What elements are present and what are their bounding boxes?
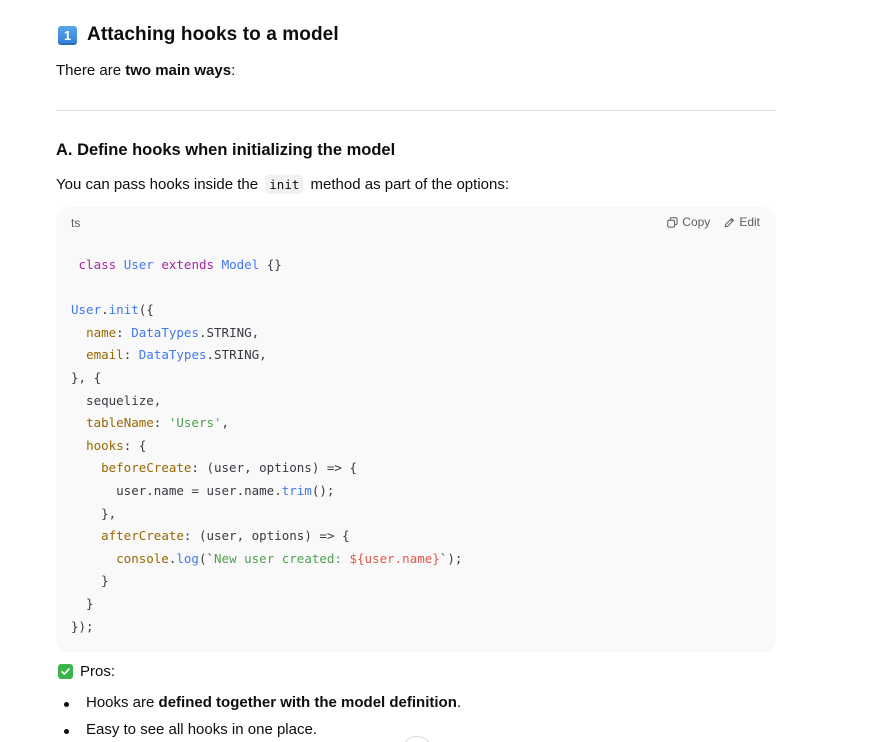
pros-list: Hooks are defined together with the mode… — [56, 690, 461, 742]
code-block: ts Copy Edit class User extends Model {}… — [56, 207, 776, 652]
code-line: }); — [71, 618, 94, 634]
code-actions: Copy Edit — [667, 215, 760, 229]
check-mark-icon — [58, 664, 73, 679]
pros-label: Pros: — [80, 663, 116, 680]
code-line: sequelize, — [71, 392, 162, 408]
code-line: name: DataTypes.STRING, — [86, 324, 260, 340]
copy-icon — [667, 216, 678, 228]
list-item-text: Easy to see all hooks in one place. — [86, 721, 317, 738]
edit-code-button[interactable]: Edit — [724, 215, 760, 229]
list-item-suffix: . — [456, 694, 462, 711]
inline-code-init: init — [265, 175, 304, 194]
intro-prefix: There are — [56, 62, 126, 79]
section-title: Attaching hooks to a model — [87, 24, 339, 45]
list-item-bold: defined together with the model definiti… — [158, 694, 457, 711]
intro-bold: two main ways — [125, 62, 232, 79]
copy-label: Copy — [682, 215, 711, 229]
list-item-text: Hooks are — [86, 694, 159, 711]
code-line: afterCreate: (user, options) => { — [101, 528, 350, 544]
list-item: Easy to see all hooks in one place. — [56, 717, 461, 742]
code-line: }, { — [71, 369, 102, 385]
para-before: You can pass hooks inside the — [56, 176, 263, 193]
pros-heading: Pros: — [58, 663, 115, 680]
divider — [56, 110, 776, 111]
chat-message-content: 1 Attaching hooks to a model There are t… — [0, 0, 887, 742]
edit-label: Edit — [739, 215, 760, 229]
list-item: Hooks are defined together with the mode… — [56, 690, 461, 717]
code-line: hooks: { — [86, 437, 147, 453]
code-content: class User extends Model {} User.init({ … — [71, 254, 462, 638]
code-line: console.log(`New user created: ${user.na… — [116, 550, 463, 566]
code-line: beforeCreate: (user, options) => { — [101, 460, 357, 476]
pencil-icon — [724, 217, 735, 227]
code-line: } — [71, 595, 94, 611]
code-line: tableName: 'Users', — [86, 415, 230, 431]
para-after: method as part of the options: — [306, 176, 509, 193]
code-line: }, — [71, 505, 117, 521]
intro-paragraph: There are two main ways: — [56, 62, 235, 79]
code-line: user.name = user.name.trim(); — [71, 482, 335, 498]
copy-code-button[interactable]: Copy — [667, 215, 710, 229]
section-heading: 1 Attaching hooks to a model — [58, 24, 339, 46]
subsection-paragraph: You can pass hooks inside the init metho… — [56, 175, 509, 194]
subsection-title: A. Define hooks when initializing the mo… — [56, 141, 396, 159]
code-line: User.init({ — [71, 302, 154, 318]
intro-suffix: : — [231, 62, 236, 79]
keycap-one-icon: 1 — [58, 25, 77, 45]
code-line: } — [71, 573, 109, 589]
code-line: class User extends Model {} — [78, 257, 282, 272]
code-language-label: ts — [71, 216, 81, 230]
code-line: email: DataTypes.STRING, — [86, 347, 267, 363]
